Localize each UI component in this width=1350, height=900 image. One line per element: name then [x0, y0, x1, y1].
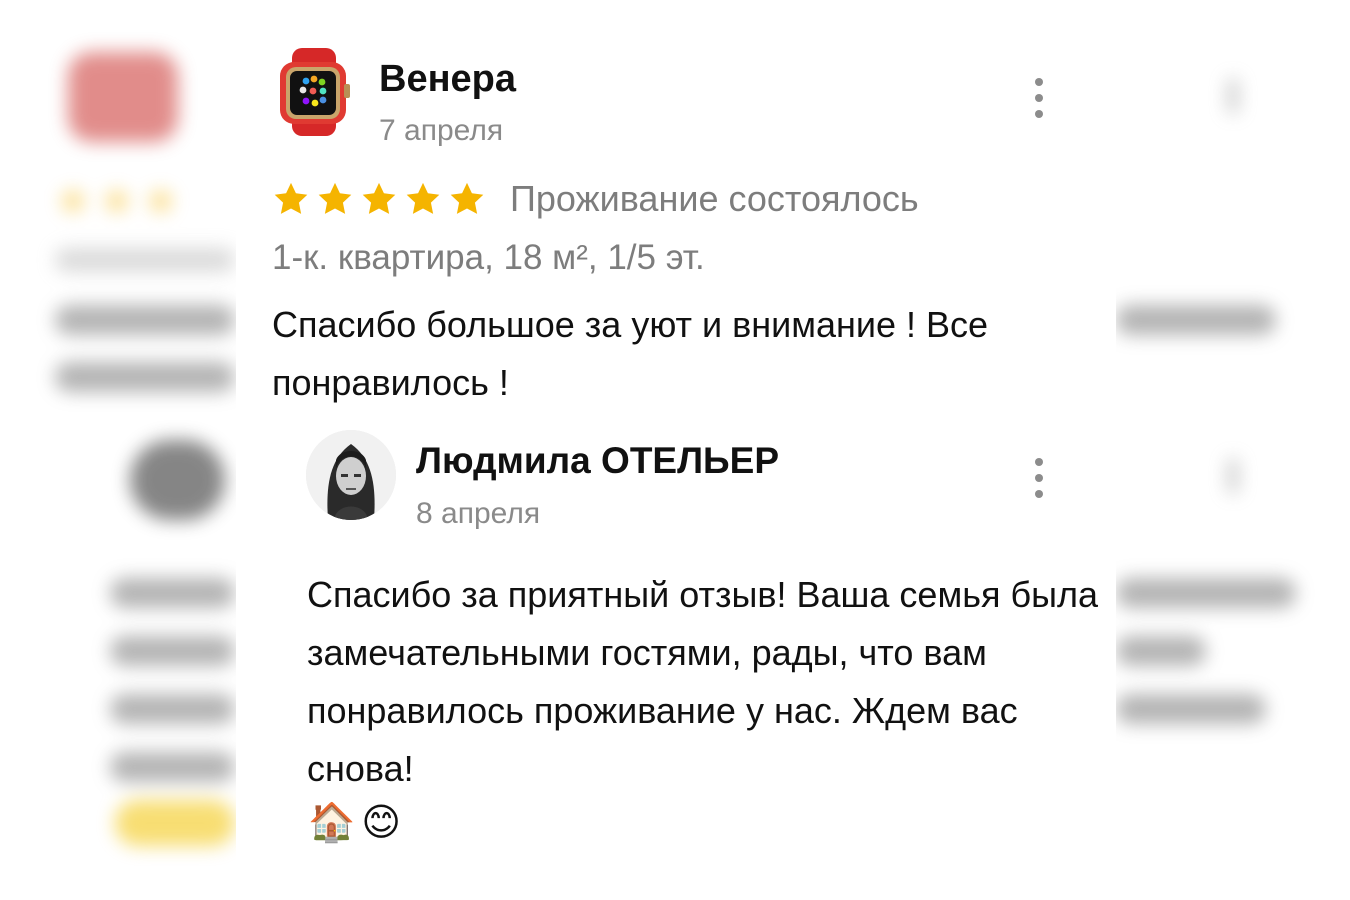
review-more-icon[interactable]	[1029, 76, 1049, 120]
smartwatch-icon	[276, 48, 352, 136]
review-card: Венера 7 апреля Проживание состоялось 1-…	[236, 0, 1116, 900]
bg-text-blur-6	[110, 694, 235, 724]
reply-text: Спасибо за приятный отзыв! Ваша семья бы…	[307, 574, 1098, 789]
bg-emoji-blur	[115, 800, 235, 846]
bg-text-blur-4	[110, 578, 235, 608]
rating-row: Проживание состоялось	[272, 178, 919, 220]
host-name[interactable]: Людмила ОТЕЛЬЕР	[416, 440, 779, 482]
bg-avatar-blur	[68, 52, 178, 142]
bg-text-blur-11	[1116, 694, 1266, 724]
star-rating	[272, 180, 492, 218]
bg-text-blur-9	[1116, 578, 1296, 608]
review-text: Спасибо большое за уют и внимание ! Все …	[272, 304, 989, 403]
listing-info[interactable]: 1-к. квартира, 18 м², 1/5 эт.	[272, 238, 705, 278]
bg-text-blur-3	[55, 362, 235, 392]
house-emoji-icon: 🏠	[308, 802, 356, 844]
reply-more-icon[interactable]	[1029, 456, 1049, 500]
star-icon	[450, 182, 484, 214]
bg-text-blur-2	[55, 305, 235, 335]
bg-stars-blur: ★★★	[55, 179, 187, 223]
reply-emojis: 🏠 😊	[308, 800, 401, 846]
review-date: 7 апреля	[379, 114, 504, 147]
star-icon	[406, 182, 440, 214]
bg-text-blur-1	[55, 248, 235, 272]
star-icon	[362, 182, 396, 214]
star-icon	[274, 182, 308, 214]
bg-text-blur-5	[110, 636, 235, 666]
reply-date: 8 апреля	[416, 497, 541, 530]
smile-emoji-icon: 😊	[361, 802, 401, 844]
bg-menu-blur-1	[1228, 78, 1238, 114]
bg-text-blur-10	[1116, 636, 1206, 666]
reviewer-name[interactable]: Венера	[379, 58, 516, 101]
stay-status: Проживание состоялось	[510, 178, 919, 219]
bg-photo-blur	[130, 440, 225, 520]
bg-menu-blur-2	[1228, 458, 1238, 494]
bg-text-blur-7	[110, 752, 235, 782]
host-avatar[interactable]	[306, 430, 396, 520]
bg-text-blur-8	[1116, 305, 1276, 335]
star-icon	[318, 182, 352, 214]
